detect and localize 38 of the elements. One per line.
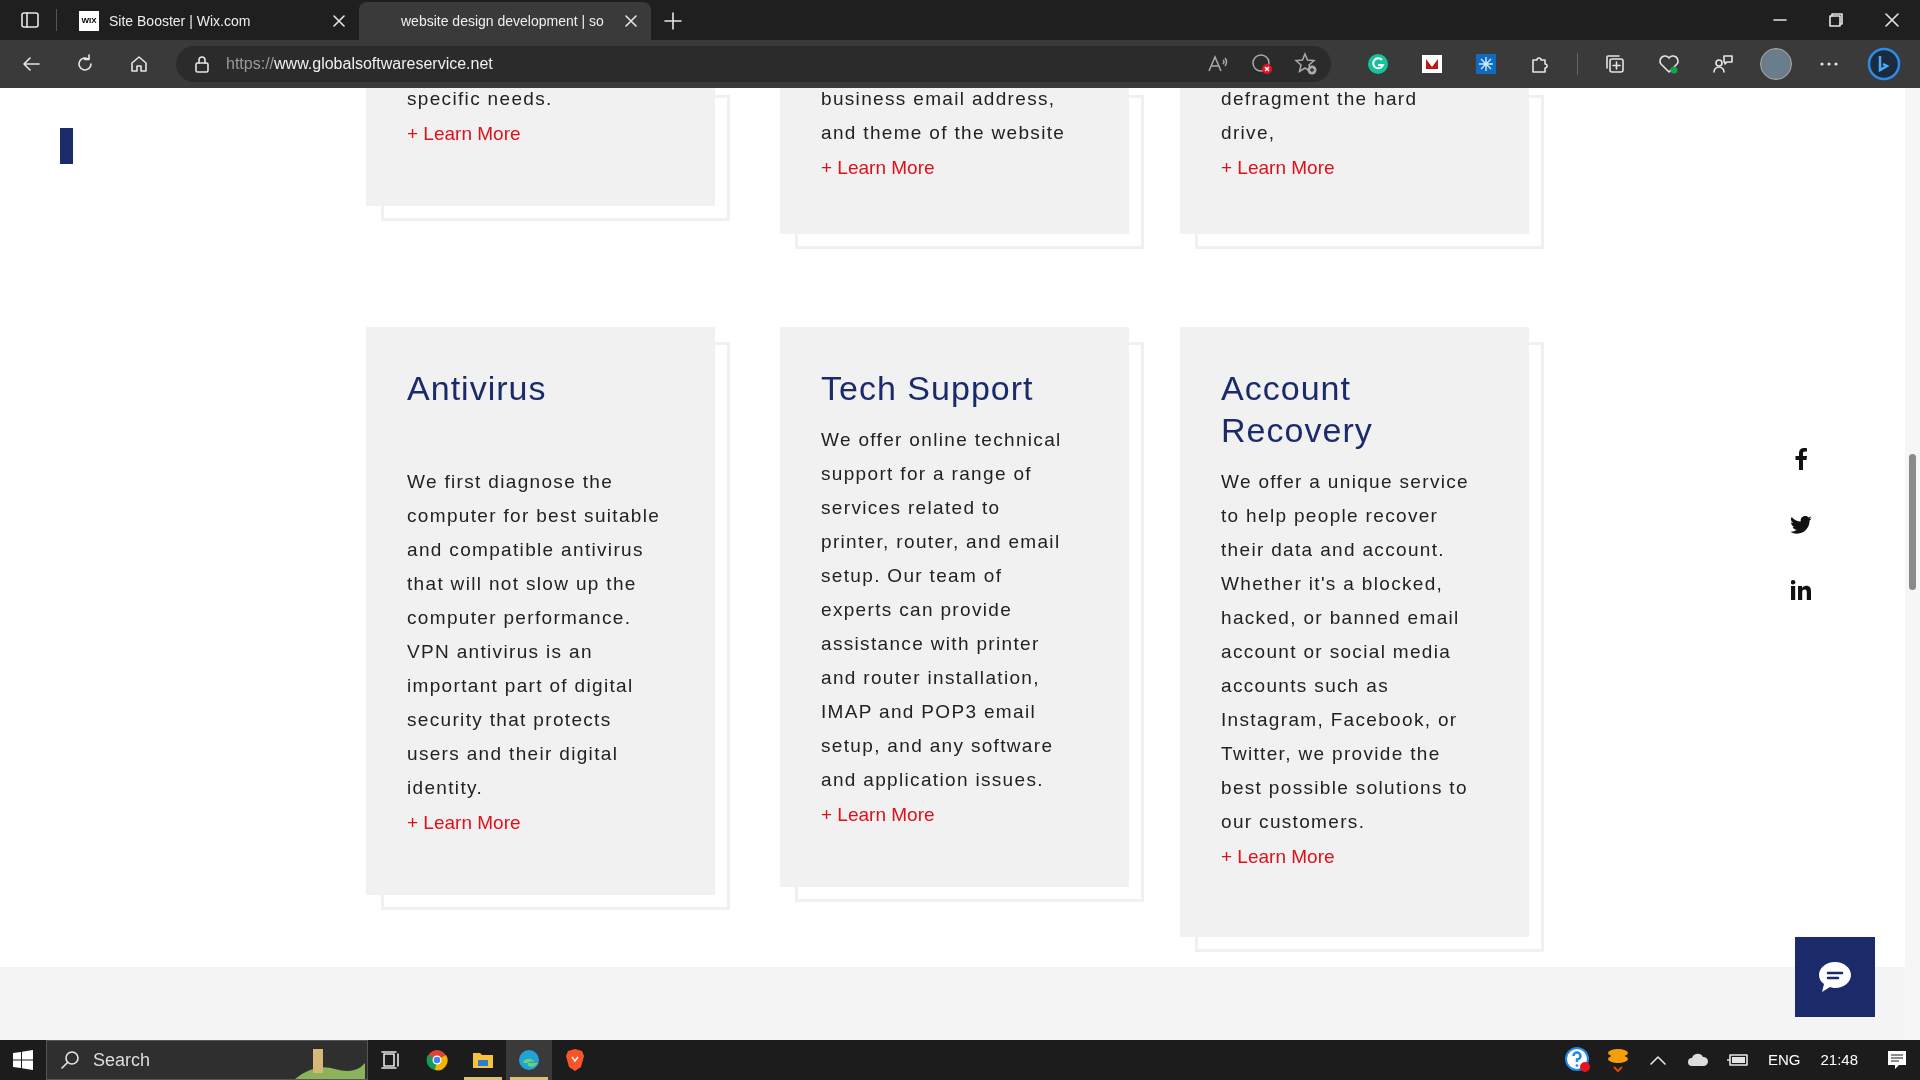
url-text: https://www.globalsoftwareservice.net bbox=[226, 54, 493, 74]
chat-assistant-icon[interactable] bbox=[1866, 46, 1902, 82]
favicon-logo: WIX bbox=[79, 11, 99, 31]
chat-bubble-icon bbox=[1817, 960, 1853, 994]
browser-tab[interactable]: website design development | so bbox=[359, 2, 651, 40]
learn-more-link[interactable]: + Learn More bbox=[821, 154, 935, 183]
taskbar-search-bar[interactable]: Search bbox=[46, 1040, 368, 1080]
card-title: Antivirus bbox=[407, 368, 548, 409]
card-title: Account Recovery bbox=[1221, 368, 1374, 451]
learn-more-link[interactable]: + Learn More bbox=[1221, 154, 1335, 183]
clock-time[interactable]: 21:48 bbox=[1820, 1048, 1858, 1072]
scrollbar[interactable] bbox=[1905, 88, 1920, 1040]
chat-button[interactable] bbox=[1795, 937, 1875, 1017]
learn-more-link[interactable]: + Learn More bbox=[1221, 843, 1335, 872]
profile-avatar[interactable] bbox=[1760, 48, 1792, 80]
address-bar[interactable]: https://www.globalsoftwareservice.net bbox=[176, 46, 1331, 82]
search-icon bbox=[59, 1049, 81, 1071]
tab-title: website design development | so bbox=[401, 11, 605, 31]
close-icon[interactable] bbox=[623, 13, 639, 29]
learn-more-link[interactable]: + Learn More bbox=[821, 801, 935, 830]
linkedin-icon[interactable] bbox=[1788, 577, 1814, 603]
language-indicator[interactable]: ENG bbox=[1767, 1048, 1801, 1072]
card-title: Tech Support bbox=[821, 368, 1035, 409]
search-input[interactable]: Search bbox=[93, 1046, 253, 1074]
card-description: We offer a unique service to help people recover their data and account. Whether it's a blocked, hacked, or banned email account or social media accounts such as Instagram, Facebook, or Twitter, we provide the best possible solutions to our customers. bbox=[1221, 470, 1470, 834]
card-description: business email address, and theme of the website bbox=[821, 88, 1067, 145]
learn-more-link[interactable]: + Learn More bbox=[407, 120, 521, 149]
card-description: defragment the hard drive, bbox=[1221, 88, 1419, 145]
close-icon[interactable] bbox=[331, 13, 347, 29]
learn-more-link[interactable]: + Learn More bbox=[407, 809, 521, 838]
card-description: We offer online technical support for a range of services related to printer, router, and email setup. Our team of experts can provide assistance with printer and router installation, IMAP and POP3 email setup, and any software and application issues. bbox=[821, 428, 1063, 792]
accent-bar bbox=[60, 128, 73, 164]
card-description: We first diagnose the computer for best suitable and compatible antivirus that will not slow up the computer performance. VPN antivirus is an important part of digital security that protects users and their digital identity. bbox=[407, 470, 662, 800]
edge-browser-icon[interactable] bbox=[506, 1040, 552, 1080]
tab-title: Site Booster | Wix.com bbox=[109, 11, 252, 31]
card-description: specific needs. bbox=[407, 88, 554, 111]
lock-icon bbox=[192, 54, 212, 74]
browser-tab[interactable]: WIX Site Booster | Wix.com bbox=[67, 2, 359, 40]
